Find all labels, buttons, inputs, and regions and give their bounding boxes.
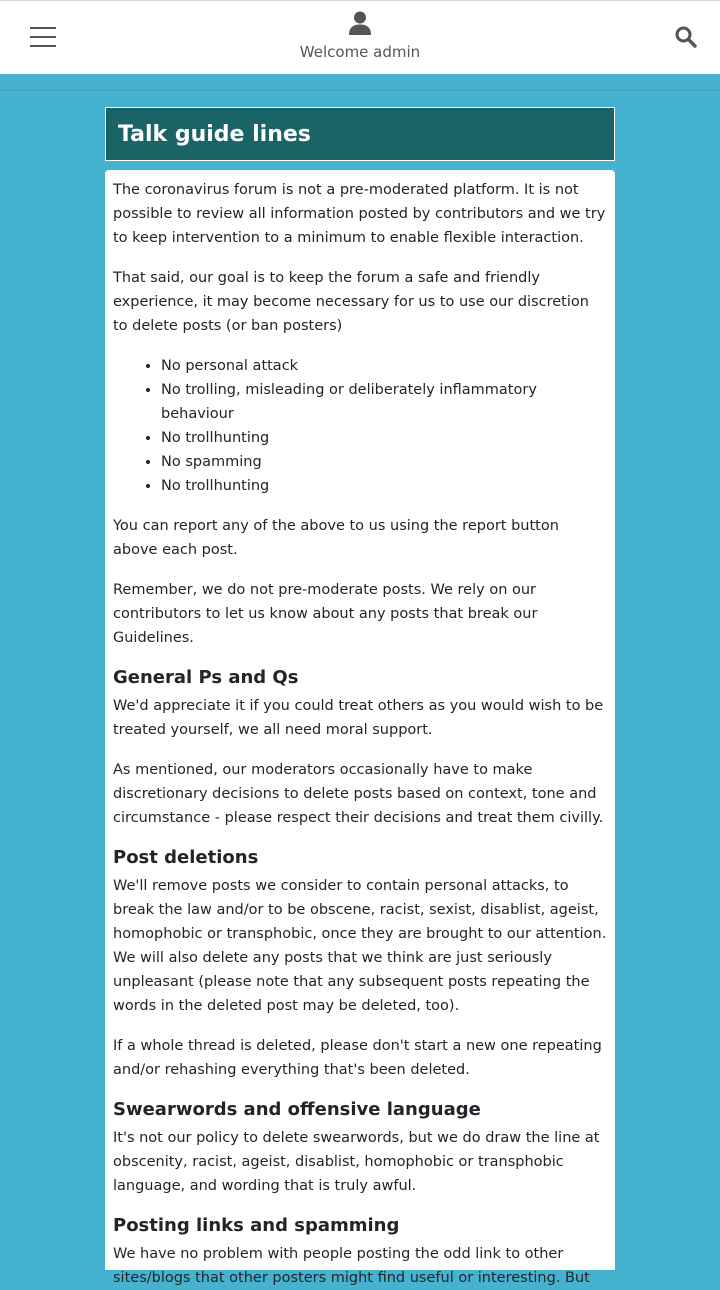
section-heading-swearwords: Swearwords and offensive language [113, 1099, 481, 1120]
intro-paragraph-1: The coronavirus forum is not a pre-moder… [113, 182, 606, 246]
rules-list: No personal attack No trolling, misleadi… [113, 354, 607, 498]
list-item: No trollhunting [161, 426, 607, 450]
section-heading-links: Posting links and spamming [113, 1215, 400, 1236]
welcome-text: Welcome admin [299, 43, 421, 61]
section-heading-general: General Ps and Qs [113, 667, 299, 688]
deletions-paragraph-2: If a whole thread is deleted, please don… [113, 1038, 602, 1078]
search-icon[interactable] [674, 25, 698, 49]
links-paragraph-1: We have no problem with people posting t… [113, 1246, 590, 1286]
hamburger-line [30, 36, 56, 38]
swearwords-paragraph-1: It's not our policy to delete swearwords… [113, 1130, 600, 1194]
list-item: No personal attack [161, 354, 607, 378]
report-paragraph: You can report any of the above to us us… [113, 518, 559, 558]
general-paragraph-1: We'd appreciate it if you could treat ot… [113, 698, 604, 738]
page-title: Talk guide lines [118, 122, 311, 147]
intro-paragraph-2: That said, our goal is to keep the forum… [113, 270, 589, 334]
hamburger-icon[interactable] [30, 27, 56, 47]
general-paragraph-2: As mentioned, our moderators occasionall… [113, 762, 604, 826]
guidelines-content: The coronavirus forum is not a pre-moder… [105, 170, 615, 1286]
user-block[interactable]: Welcome admin [260, 11, 460, 61]
section-heading-deletions: Post deletions [113, 847, 259, 868]
list-item: No trolling, misleading or deliberately … [161, 378, 607, 426]
hamburger-line [30, 27, 56, 29]
list-item: No trollhunting [161, 474, 607, 498]
header-divider [0, 90, 720, 91]
remember-paragraph: Remember, we do not pre-moderate posts. … [113, 582, 538, 646]
title-bar: Talk guide lines [105, 107, 615, 161]
top-header: Welcome admin [0, 0, 720, 74]
list-item: No spamming [161, 450, 607, 474]
hamburger-line [30, 45, 56, 47]
deletions-paragraph-1: We'll remove posts we consider to contai… [113, 878, 607, 1014]
user-icon [349, 11, 371, 35]
